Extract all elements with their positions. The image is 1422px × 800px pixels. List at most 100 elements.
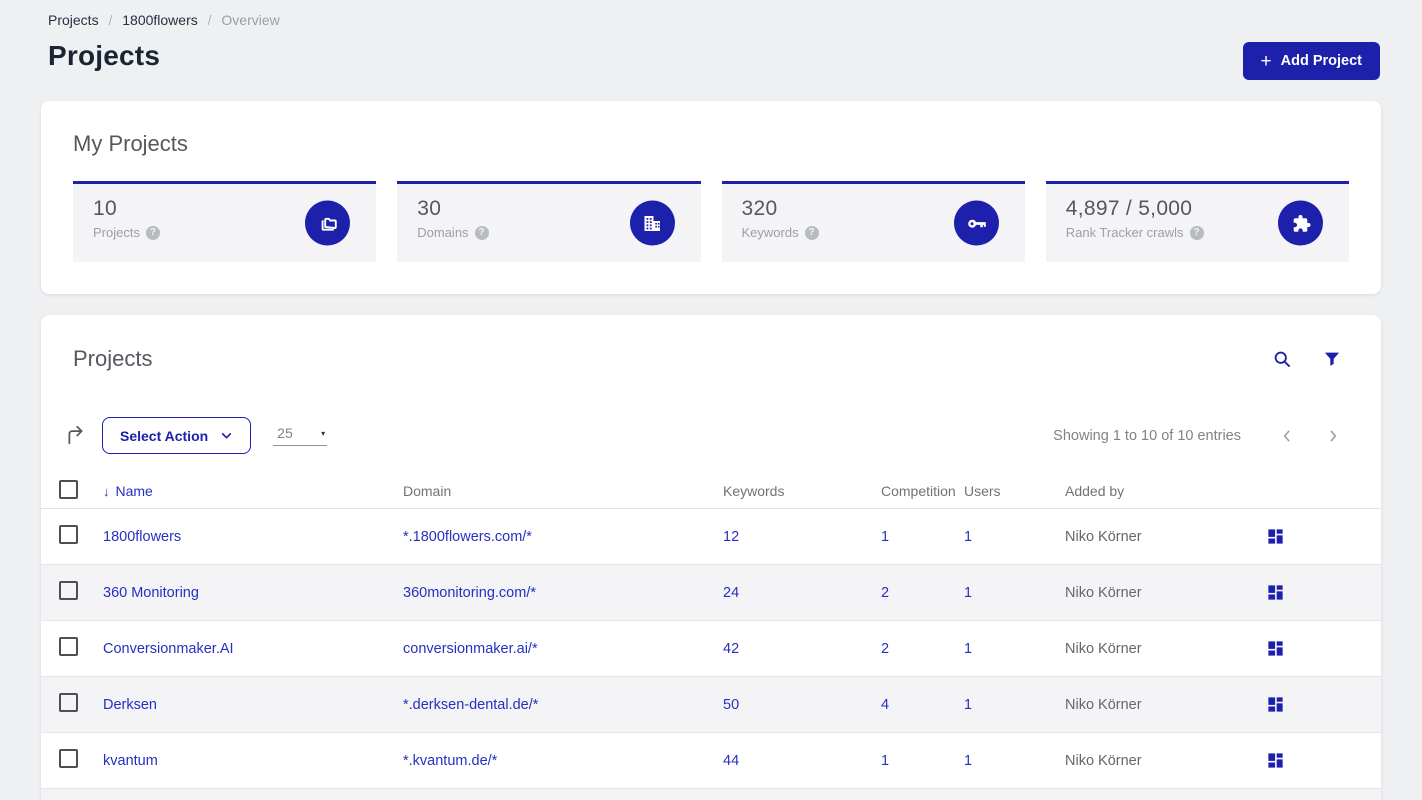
table-body: 1800flowers *.1800flowers.com/* 12 1 1 N… [41, 509, 1381, 789]
table-row: Derksen *.derksen-dental.de/* 50 4 1 Nik… [41, 677, 1381, 733]
next-page-icon[interactable] [1325, 428, 1341, 444]
project-name-link[interactable]: 360 Monitoring [103, 585, 199, 601]
added-by-text: Niko Körner [1065, 584, 1142, 601]
row-checkbox[interactable] [59, 581, 78, 600]
help-icon[interactable]: ? [474, 225, 489, 240]
added-by-text: Niko Körner [1065, 640, 1142, 657]
row-checkbox[interactable] [59, 525, 78, 544]
competition-count-link[interactable]: 1 [881, 529, 889, 545]
stat-card-crawls: 4,897 / 5,000 Rank Tracker crawls ? [1045, 181, 1349, 262]
stat-label-projects: Projects [93, 225, 140, 240]
added-by-text: Niko Körner [1065, 696, 1142, 713]
projects-stack-icon [305, 200, 351, 246]
stat-card-keywords: 320 Keywords ? [721, 181, 1025, 262]
project-domain-link[interactable]: 360monitoring.com/* [403, 585, 536, 601]
dashboard-grid-icon[interactable] [1266, 583, 1286, 602]
column-header-competition[interactable]: Competition [881, 483, 964, 499]
breadcrumb-projects[interactable]: Projects [48, 12, 99, 28]
row-checkbox[interactable] [59, 637, 78, 656]
breadcrumb-separator: / [108, 12, 113, 28]
table-header-row: ↓ Name Domain Keywords Competition Users … [41, 474, 1381, 509]
select-action-label: Select Action [120, 427, 209, 444]
table-row: Conversionmaker.AI conversionmaker.ai/* … [41, 621, 1381, 677]
users-count-link[interactable]: 1 [964, 585, 972, 601]
select-all-checkbox[interactable] [59, 480, 78, 499]
stat-card-projects: 10 Projects ? [73, 181, 377, 262]
added-by-text: Niko Körner [1065, 528, 1142, 545]
project-name-link[interactable]: 1800flowers [103, 529, 181, 545]
competition-count-link[interactable]: 4 [881, 697, 889, 713]
next-row-partial [41, 789, 1381, 800]
keywords-count-link[interactable]: 24 [723, 585, 739, 601]
export-arrow-icon[interactable] [65, 425, 86, 446]
help-icon[interactable]: ? [804, 225, 819, 240]
add-project-button[interactable]: + Add Project [1242, 42, 1380, 80]
keywords-count-link[interactable]: 44 [723, 753, 739, 769]
filter-icon[interactable] [1323, 350, 1341, 368]
building-icon [629, 200, 675, 246]
added-by-text: Niko Körner [1065, 752, 1142, 769]
users-count-link[interactable]: 1 [964, 753, 972, 769]
page-title: Projects [48, 40, 161, 71]
breadcrumb: Projects / 1800flowers / Overview [48, 12, 1380, 28]
stat-label-crawls: Rank Tracker crawls [1065, 225, 1184, 240]
users-count-link[interactable]: 1 [964, 697, 972, 713]
help-icon[interactable]: ? [1189, 225, 1204, 240]
project-domain-link[interactable]: *.1800flowers.com/* [403, 529, 532, 545]
help-icon[interactable]: ? [145, 225, 160, 240]
page-size-value: 25 [277, 425, 293, 441]
users-count-link[interactable]: 1 [964, 529, 972, 545]
keywords-count-link[interactable]: 50 [723, 697, 739, 713]
select-action-dropdown[interactable]: Select Action [102, 417, 252, 454]
project-name-link[interactable]: kvantum [103, 753, 158, 769]
page-size-select[interactable]: 25 ▾ [273, 425, 328, 446]
previous-page-icon[interactable] [1279, 428, 1295, 444]
column-header-added-by[interactable]: Added by [1065, 483, 1266, 499]
plus-icon: + [1260, 50, 1272, 72]
row-checkbox[interactable] [59, 693, 78, 712]
add-project-label: Add Project [1280, 53, 1362, 69]
stat-label-domains: Domains [417, 225, 469, 240]
chevron-down-icon [222, 433, 232, 439]
table-row: kvantum *.kvantum.de/* 44 1 1 Niko Körne… [41, 733, 1381, 789]
table-row: 360 Monitoring 360monitoring.com/* 24 2 … [41, 565, 1381, 621]
breadcrumb-overview: Overview [221, 12, 280, 28]
keywords-count-link[interactable]: 42 [723, 641, 739, 657]
projects-panel-title: Projects [73, 346, 153, 371]
competition-count-link[interactable]: 2 [881, 641, 889, 657]
breadcrumb-1800flowers[interactable]: 1800flowers [122, 12, 198, 28]
stats-row: 10 Projects ? 30 Domains ? 320 Keywords … [73, 181, 1349, 262]
my-projects-panel: My Projects 10 Projects ? 30 Domains ? 3… [41, 101, 1381, 294]
project-name-link[interactable]: Derksen [103, 697, 157, 713]
stat-label-keywords: Keywords [741, 225, 799, 240]
competition-count-link[interactable]: 2 [881, 585, 889, 601]
dashboard-grid-icon[interactable] [1266, 527, 1286, 546]
my-projects-title: My Projects [73, 131, 188, 156]
column-header-users[interactable]: Users [964, 483, 1065, 499]
dashboard-grid-icon[interactable] [1266, 639, 1286, 658]
column-header-keywords[interactable]: Keywords [723, 483, 881, 499]
competition-count-link[interactable]: 1 [881, 753, 889, 769]
showing-entries-text: Showing 1 to 10 of 10 entries [1053, 427, 1241, 444]
row-checkbox[interactable] [59, 749, 78, 768]
table-row: 1800flowers *.1800flowers.com/* 12 1 1 N… [41, 509, 1381, 565]
key-icon [953, 200, 999, 246]
dashboard-grid-icon[interactable] [1266, 695, 1286, 714]
search-icon[interactable] [1272, 349, 1292, 369]
users-count-link[interactable]: 1 [964, 641, 972, 657]
keywords-count-link[interactable]: 12 [723, 529, 739, 545]
stat-card-domains: 30 Domains ? [397, 181, 701, 262]
pagination [1279, 428, 1341, 444]
column-header-name[interactable]: ↓ Name [103, 483, 403, 499]
puzzle-icon [1278, 200, 1323, 246]
column-header-domain[interactable]: Domain [403, 483, 723, 499]
project-domain-link[interactable]: *.derksen-dental.de/* [403, 697, 538, 713]
project-domain-link[interactable]: conversionmaker.ai/* [403, 641, 538, 657]
breadcrumb-separator: / [207, 12, 212, 28]
dashboard-grid-icon[interactable] [1266, 751, 1286, 770]
project-name-link[interactable]: Conversionmaker.AI [103, 641, 234, 657]
caret-down-icon: ▾ [321, 428, 326, 438]
page-header: Projects / 1800flowers / Overview Projec… [0, 0, 1422, 80]
project-domain-link[interactable]: *.kvantum.de/* [403, 753, 497, 769]
sort-descending-icon: ↓ [103, 484, 110, 499]
